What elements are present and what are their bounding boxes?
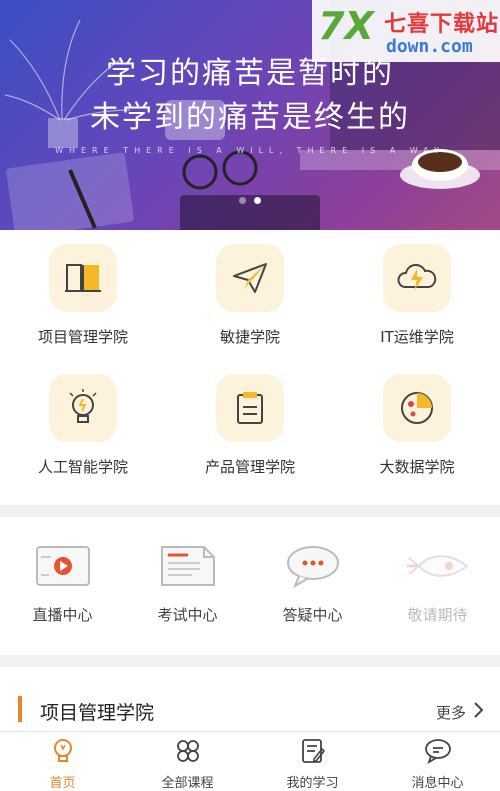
lightbulb-icon: [49, 374, 117, 442]
tab-label: 全部课程: [161, 776, 214, 791]
tab-all-courses[interactable]: 全部课程: [125, 732, 250, 791]
service-label: 考试中心: [157, 606, 218, 624]
carousel-dot-active[interactable]: [254, 197, 261, 204]
service-item-qa[interactable]: 答疑中心: [250, 517, 375, 655]
academy-grid: 项目管理学院 敏捷学院 IT运维学院 人工智能学院 产品管理学院 大数据学院: [0, 230, 500, 505]
section-more-link[interactable]: 更多: [436, 702, 466, 723]
watermark-brand-name: 七喜下载站: [384, 12, 500, 37]
tab-my-learning[interactable]: 我的学习: [250, 732, 375, 791]
academy-item-ai[interactable]: 人工智能学院: [0, 360, 166, 490]
clipboard-icon: [216, 374, 284, 442]
book-icon: [49, 244, 117, 312]
carousel-dot[interactable]: [239, 197, 246, 204]
tab-label: 消息中心: [411, 776, 464, 791]
academy-label: 敏捷学院: [219, 328, 280, 346]
tab-label: 首页: [49, 776, 76, 791]
banner-slogan-english: WHERE THERE IS A WILL, THERE IS A WAY: [55, 146, 445, 155]
tab-messages[interactable]: 消息中心: [375, 732, 500, 791]
section-separator: [0, 655, 500, 667]
site-watermark: 7X 七喜下载站 down.com: [312, 0, 500, 62]
academy-label: 人工智能学院: [37, 458, 128, 476]
academy-label: 项目管理学院: [37, 328, 128, 346]
chevron-right-icon[interactable]: [472, 700, 486, 720]
tab-label: 我的学习: [286, 776, 339, 791]
watermark-logo-mark: 7X: [318, 4, 374, 48]
cloud-lightning-icon: [383, 244, 451, 312]
carousel-indicators: [0, 197, 500, 204]
academy-label: 大数据学院: [379, 458, 455, 476]
section-header: 项目管理学院 更多: [0, 690, 500, 730]
service-label: 敬请期待: [407, 606, 468, 624]
notebook-pen-icon: [302, 739, 326, 763]
academy-item-it-ops[interactable]: IT运维学院: [334, 230, 500, 360]
academy-item-project-management[interactable]: 项目管理学院: [0, 230, 166, 360]
section-accent-bar: [18, 696, 22, 722]
chat-bubble-icon: [275, 541, 350, 591]
lightbulb-icon: [54, 739, 72, 762]
live-video-icon: [25, 541, 100, 591]
academy-item-product-management[interactable]: 产品管理学院: [167, 360, 333, 490]
paper-plane-icon: [216, 244, 284, 312]
section-title: 项目管理学院: [40, 702, 155, 724]
tab-home[interactable]: 首页: [0, 732, 125, 791]
services-row: 直播中心 考试中心 答疑中心 敬请期待: [0, 517, 500, 655]
academy-label: IT运维学院: [380, 328, 454, 346]
service-item-exam[interactable]: 考试中心: [125, 517, 250, 655]
banner-slogan-line2: 未学到的痛苦是终生的: [90, 100, 410, 135]
service-label: 直播中心: [32, 606, 93, 624]
four-leaf-icon: [177, 740, 199, 762]
academy-item-big-data[interactable]: 大数据学院: [334, 360, 500, 490]
academy-label: 产品管理学院: [204, 458, 295, 476]
message-bubble-icon: [425, 739, 451, 764]
pie-chart-icon: [383, 374, 451, 442]
service-label: 答疑中心: [282, 606, 343, 624]
exam-paper-icon: [150, 541, 225, 591]
service-item-live[interactable]: 直播中心: [0, 517, 125, 655]
bottom-tab-bar: 首页 全部课程 我的学习 消息中心: [0, 731, 500, 791]
rocket-icon: [400, 541, 475, 591]
academy-item-agile[interactable]: 敏捷学院: [167, 230, 333, 360]
service-item-coming-soon: 敬请期待: [375, 517, 500, 655]
section-separator: [0, 505, 500, 517]
watermark-url: down.com: [386, 36, 473, 57]
